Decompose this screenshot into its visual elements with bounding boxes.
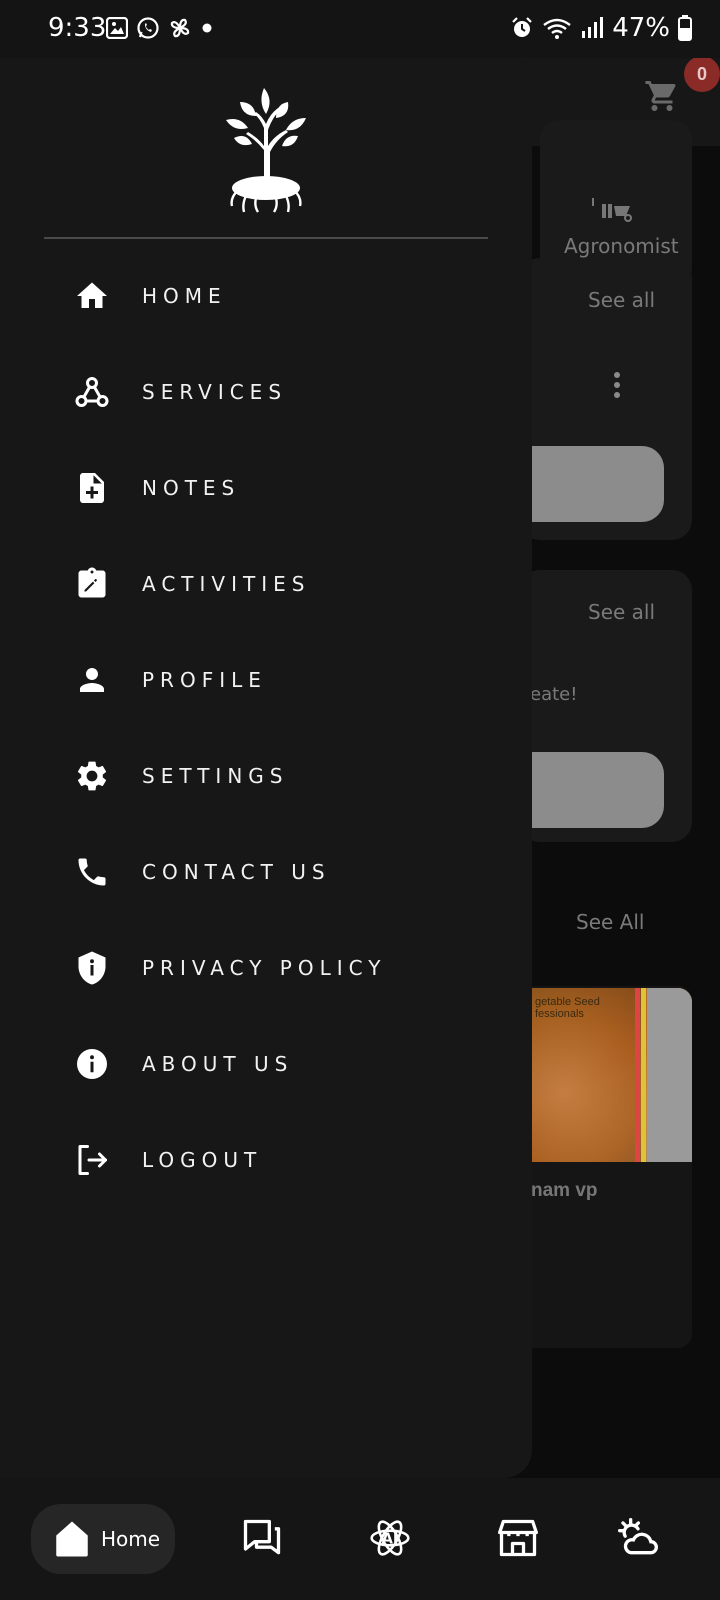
home-icon [56, 1521, 88, 1557]
wheelbarrow-icon [592, 198, 632, 222]
menu-label-home: HOME [142, 284, 227, 308]
webhook-icon [74, 374, 110, 410]
weather-icon[interactable] [616, 1516, 660, 1560]
logout-icon [74, 1142, 110, 1178]
chat-icon[interactable] [240, 1516, 284, 1560]
partial-text: eate! [530, 684, 578, 705]
see-all-link-3[interactable]: See All [576, 910, 644, 934]
cart-button[interactable] [644, 78, 680, 119]
navigation-drawer: HOME SERVICES NOTES ACTIVITIES PROFILE S… [0, 50, 532, 1478]
home-icon [74, 278, 110, 314]
menu-label-contact-us: CONTACT US [142, 860, 331, 884]
shield-info-icon [74, 950, 110, 986]
ai-icon[interactable]: AI [368, 1516, 412, 1560]
menu-item-logout[interactable]: LOGOUT [74, 1130, 494, 1190]
alarm-icon [512, 17, 532, 37]
menu-item-privacy-policy[interactable]: PRIVACY POLICY [74, 938, 494, 998]
nav-home-button[interactable]: Home [31, 1504, 175, 1574]
menu-item-about-us[interactable]: ABOUT US [74, 1034, 494, 1094]
cart-badge: 0 [684, 56, 720, 92]
product-image[interactable]: getable Seed fessionals [531, 988, 692, 1162]
notification-icons [106, 16, 214, 40]
see-all-link-1[interactable]: See all [588, 288, 655, 312]
menu-label-notes: NOTES [142, 476, 241, 500]
menu-label-privacy-policy: PRIVACY POLICY [142, 956, 387, 980]
status-bar: 9:33 47% [0, 0, 720, 58]
cart-icon [645, 81, 676, 111]
menu-item-home[interactable]: HOME [74, 266, 494, 326]
battery-percent: 47% [612, 13, 670, 43]
drawer-divider [44, 237, 488, 239]
menu-label-activities: ACTIVITIES [142, 572, 311, 596]
person-icon [74, 662, 110, 698]
section-card-1: See all [520, 258, 692, 540]
gear-icon [74, 758, 110, 794]
menu-label-services: SERVICES [142, 380, 288, 404]
menu-label-profile: PROFILE [142, 668, 267, 692]
menu-label-logout: LOGOUT [142, 1148, 263, 1172]
note-add-icon [74, 470, 110, 506]
menu-item-profile[interactable]: PROFILE [74, 650, 494, 710]
wifi-icon [543, 18, 571, 39]
svg-text:AI: AI [382, 1531, 399, 1548]
see-all-link-2[interactable]: See all [588, 600, 655, 624]
product-image-text: getable Seed fessionals [535, 996, 600, 1020]
signal-icon [582, 17, 604, 38]
more-options-icon[interactable] [614, 372, 620, 402]
info-icon [74, 1046, 110, 1082]
product-name: nam vp [531, 1180, 598, 1201]
assignment-edit-icon [74, 566, 110, 602]
image-icon [106, 17, 128, 39]
action-button-1[interactable] [520, 446, 664, 522]
dot-icon [202, 23, 212, 33]
menu-item-settings[interactable]: SETTINGS [74, 746, 494, 806]
status-time: 9:33 [48, 13, 107, 43]
phone-icon [74, 854, 110, 890]
menu-item-services[interactable]: SERVICES [74, 362, 494, 422]
menu-item-activities[interactable]: ACTIVITIES [74, 554, 494, 614]
store-icon[interactable] [496, 1516, 540, 1560]
status-right: 47% [510, 13, 692, 43]
nav-home-label: Home [101, 1527, 161, 1551]
pinwheel-icon [170, 18, 190, 38]
agronomist-label: Agronomist [564, 234, 679, 258]
menu-item-contact-us[interactable]: CONTACT US [74, 842, 494, 902]
menu-label-settings: SETTINGS [142, 764, 289, 788]
menu-label-about-us: ABOUT US [142, 1052, 294, 1076]
tree-logo-icon [226, 88, 306, 213]
bottom-navigation: Home AI [0, 1478, 720, 1600]
battery-icon [678, 15, 692, 41]
whatsapp-icon [137, 17, 159, 39]
section-card-2: See all eate! [520, 570, 692, 842]
action-button-2[interactable] [520, 752, 664, 828]
menu-item-notes[interactable]: NOTES [74, 458, 494, 518]
